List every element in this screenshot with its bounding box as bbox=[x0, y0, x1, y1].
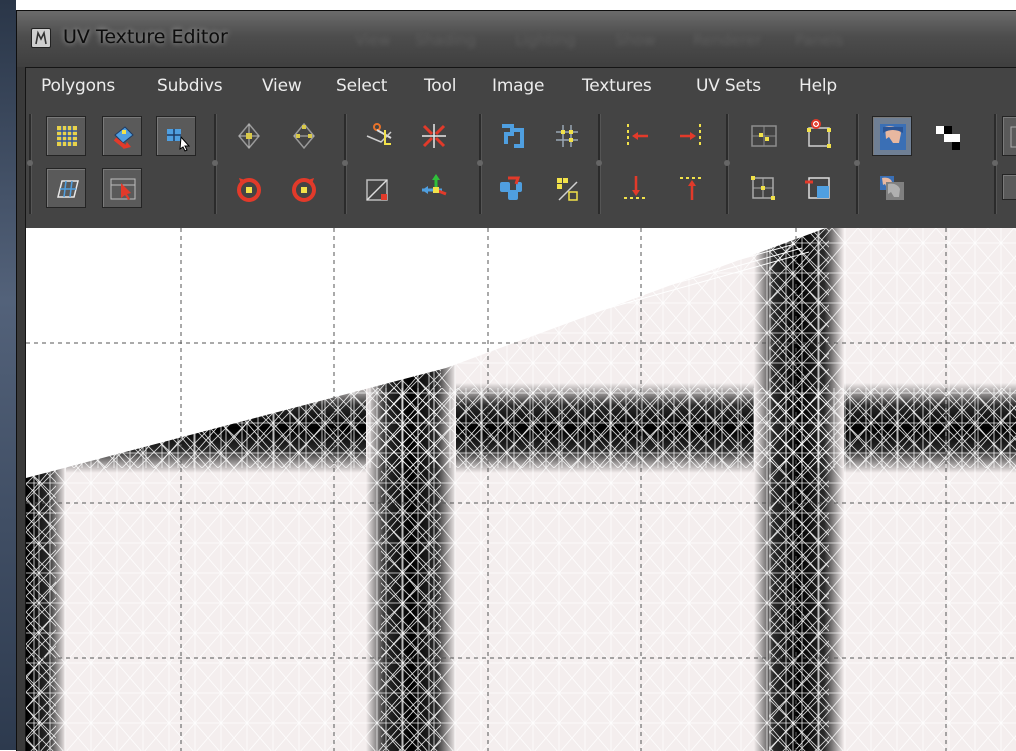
background-menu-text: Panels bbox=[795, 31, 844, 49]
uv-smudge-icon[interactable] bbox=[46, 168, 86, 208]
align-max-v-icon[interactable] bbox=[672, 168, 712, 208]
checkbox-icon[interactable] bbox=[1002, 174, 1016, 200]
align-min-v-icon[interactable] bbox=[616, 168, 656, 208]
checker-shade-icon[interactable] bbox=[928, 116, 968, 156]
menu-bar: Polygons Subdivs View Select Tool Image … bbox=[26, 76, 1016, 100]
align-max-u-icon[interactable] bbox=[672, 116, 712, 156]
align-min-u-icon[interactable] bbox=[616, 116, 656, 156]
move-uv-shell-icon[interactable] bbox=[102, 116, 142, 156]
uv-grid-icon[interactable] bbox=[46, 116, 86, 156]
toolbar-separator bbox=[596, 114, 602, 214]
menu-view[interactable]: View bbox=[262, 76, 302, 96]
grid-uvs-icon[interactable] bbox=[547, 116, 587, 156]
toolbar-separator bbox=[992, 114, 998, 214]
uv-texture-canvas bbox=[26, 228, 1016, 751]
menu-polygons[interactable]: Polygons bbox=[41, 76, 115, 96]
uv-viewport[interactable] bbox=[26, 228, 1016, 751]
toolbar-separator bbox=[27, 114, 33, 214]
grid-uv-shell-icon[interactable] bbox=[744, 168, 784, 208]
sew-uv-edges-icon[interactable] bbox=[414, 116, 454, 156]
menu-tool[interactable]: Tool bbox=[424, 76, 456, 96]
unfold-uvs-icon[interactable] bbox=[414, 168, 454, 208]
uv-grid-settings-icon[interactable] bbox=[1002, 116, 1016, 156]
paste-u-icon[interactable] bbox=[799, 168, 839, 208]
menu-uv-sets[interactable]: UV Sets bbox=[696, 76, 761, 96]
background-menu-text: Shading bbox=[415, 31, 476, 49]
toolbar-separator bbox=[477, 114, 483, 214]
background-menu-text: Renderer bbox=[693, 31, 762, 49]
background-menu-text: Show bbox=[615, 31, 656, 49]
select-shell-icon[interactable] bbox=[102, 168, 142, 208]
background-menu-text: Lighting bbox=[515, 31, 576, 49]
menu-subdivs[interactable]: Subdivs bbox=[157, 76, 223, 96]
menu-image[interactable]: Image bbox=[492, 76, 544, 96]
menu-select[interactable]: Select bbox=[336, 76, 387, 96]
snap-uvs-icon[interactable] bbox=[547, 168, 587, 208]
menu-textures[interactable]: Textures bbox=[582, 76, 652, 96]
copy-uvs-icon[interactable] bbox=[744, 116, 784, 156]
toolbar-separator bbox=[342, 114, 348, 214]
desktop-background bbox=[0, 0, 16, 750]
display-image-icon[interactable] bbox=[872, 116, 912, 156]
window-title: UV Texture Editor bbox=[63, 26, 228, 48]
toolbar-separator bbox=[212, 114, 218, 214]
normalize-uvs-icon[interactable] bbox=[359, 168, 399, 208]
uv-texture-editor-window: UV Texture Editor View Shading Lighting … bbox=[16, 10, 1016, 751]
screen-top-edge bbox=[0, 0, 1016, 10]
toolbar-separator bbox=[724, 114, 730, 214]
dim-image-icon[interactable] bbox=[872, 168, 912, 208]
paste-uvs-icon[interactable] bbox=[799, 116, 839, 156]
rotate-ccw-icon[interactable] bbox=[229, 168, 269, 208]
layout-uvs-icon[interactable] bbox=[492, 116, 532, 156]
toolbar-separator bbox=[854, 114, 860, 214]
rotate-ccw-alt-icon[interactable] bbox=[284, 168, 324, 208]
background-menu-text: View bbox=[355, 31, 391, 49]
menu-help[interactable]: Help bbox=[799, 76, 837, 96]
uv-lattice-icon[interactable] bbox=[156, 116, 196, 156]
editor-panel: Polygons Subdivs View Select Tool Image … bbox=[25, 67, 1016, 751]
flip-horizontal-icon[interactable] bbox=[229, 116, 269, 156]
maya-app-icon[interactable] bbox=[31, 28, 51, 48]
move-sew-shell-icon[interactable] bbox=[492, 168, 532, 208]
title-bar[interactable]: UV Texture Editor View Shading Lighting … bbox=[17, 11, 1016, 67]
flip-vertical-icon[interactable] bbox=[284, 116, 324, 156]
uv-toolbar bbox=[26, 108, 1016, 226]
cut-uv-edges-icon[interactable] bbox=[359, 116, 399, 156]
